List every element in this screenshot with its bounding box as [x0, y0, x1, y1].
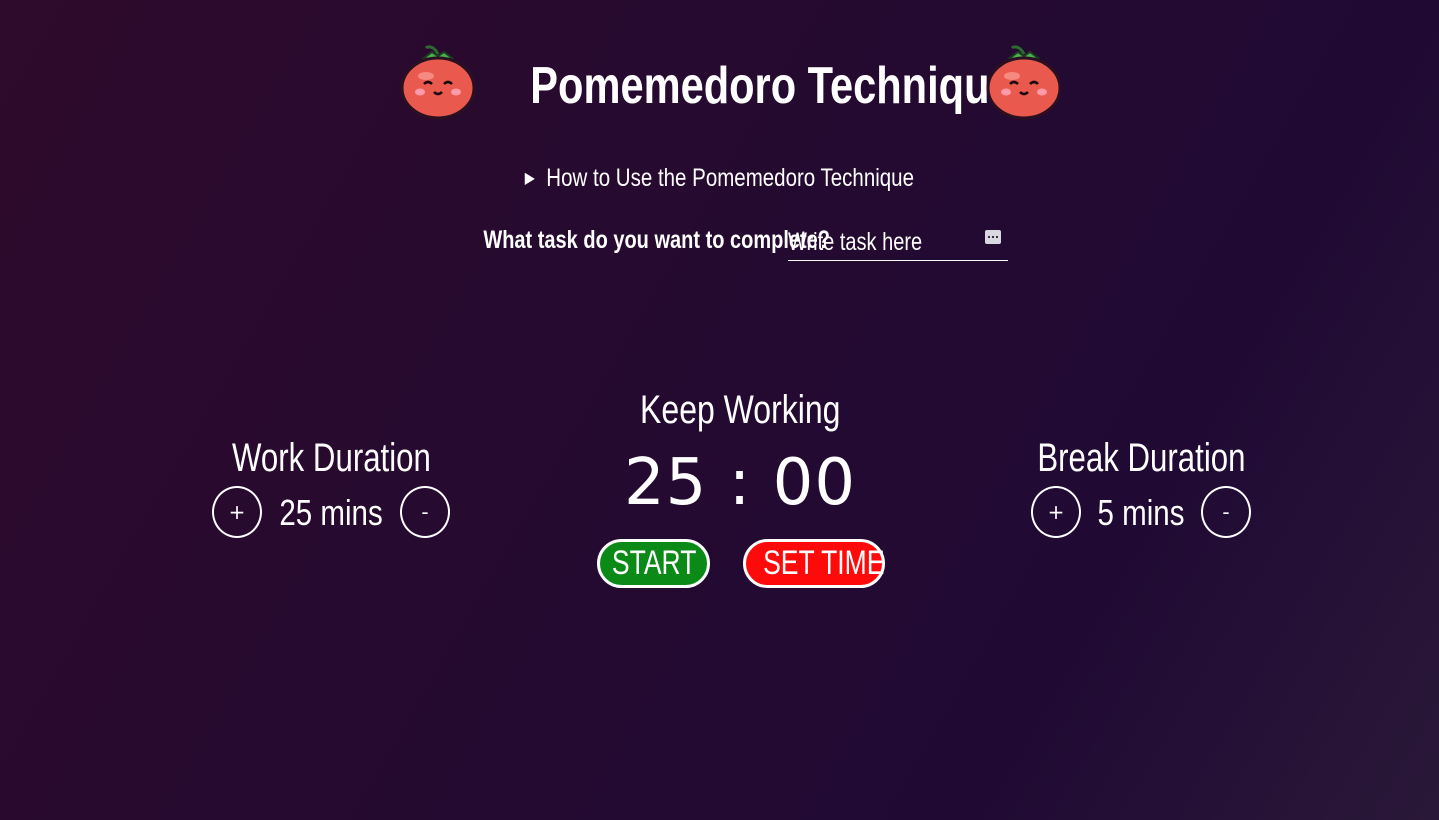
set-time-button[interactable]: SET TIME: [743, 539, 885, 588]
header: Pomemedoro Technique: [0, 42, 1439, 126]
break-duration-controls: + 5 mins -: [991, 486, 1291, 542]
task-field: [788, 224, 1008, 261]
tomato-face-icon: [400, 45, 476, 120]
break-duration-title: Break Duration: [1036, 436, 1246, 480]
timer-status: Keep Working: [639, 388, 841, 432]
autofill-icon[interactable]: [985, 230, 1001, 244]
break-decrease-button[interactable]: -: [1201, 486, 1251, 538]
break-duration-panel: Break Duration + 5 mins -: [991, 436, 1291, 546]
break-duration-value: 5 mins: [1097, 492, 1185, 533]
disclosure-triangle-icon: ▶: [524, 170, 535, 187]
page-title: Pomemedoro Technique: [530, 57, 1013, 115]
howto-summary[interactable]: ▶ How to Use the Pomemedoro Technique: [525, 164, 914, 193]
task-input[interactable]: [788, 226, 972, 258]
start-button[interactable]: START: [597, 539, 710, 588]
tomato-face-icon: [986, 45, 1062, 120]
work-duration-panel: Work Duration + 25 mins -: [181, 436, 481, 546]
work-duration-title: Work Duration: [231, 436, 431, 480]
task-row: What task do you want to complete?: [0, 224, 1439, 264]
howto-disclosure: ▶ How to Use the Pomemedoro Technique: [0, 164, 1439, 193]
task-label: What task do you want to complete?: [483, 226, 831, 254]
work-duration-value: 25 mins: [279, 492, 383, 533]
work-decrease-button[interactable]: -: [400, 486, 450, 538]
work-duration-controls: + 25 mins -: [181, 486, 481, 542]
howto-label: How to Use the Pomemedoro Technique: [546, 164, 915, 192]
timer-display: 25 : 00: [623, 446, 857, 520]
